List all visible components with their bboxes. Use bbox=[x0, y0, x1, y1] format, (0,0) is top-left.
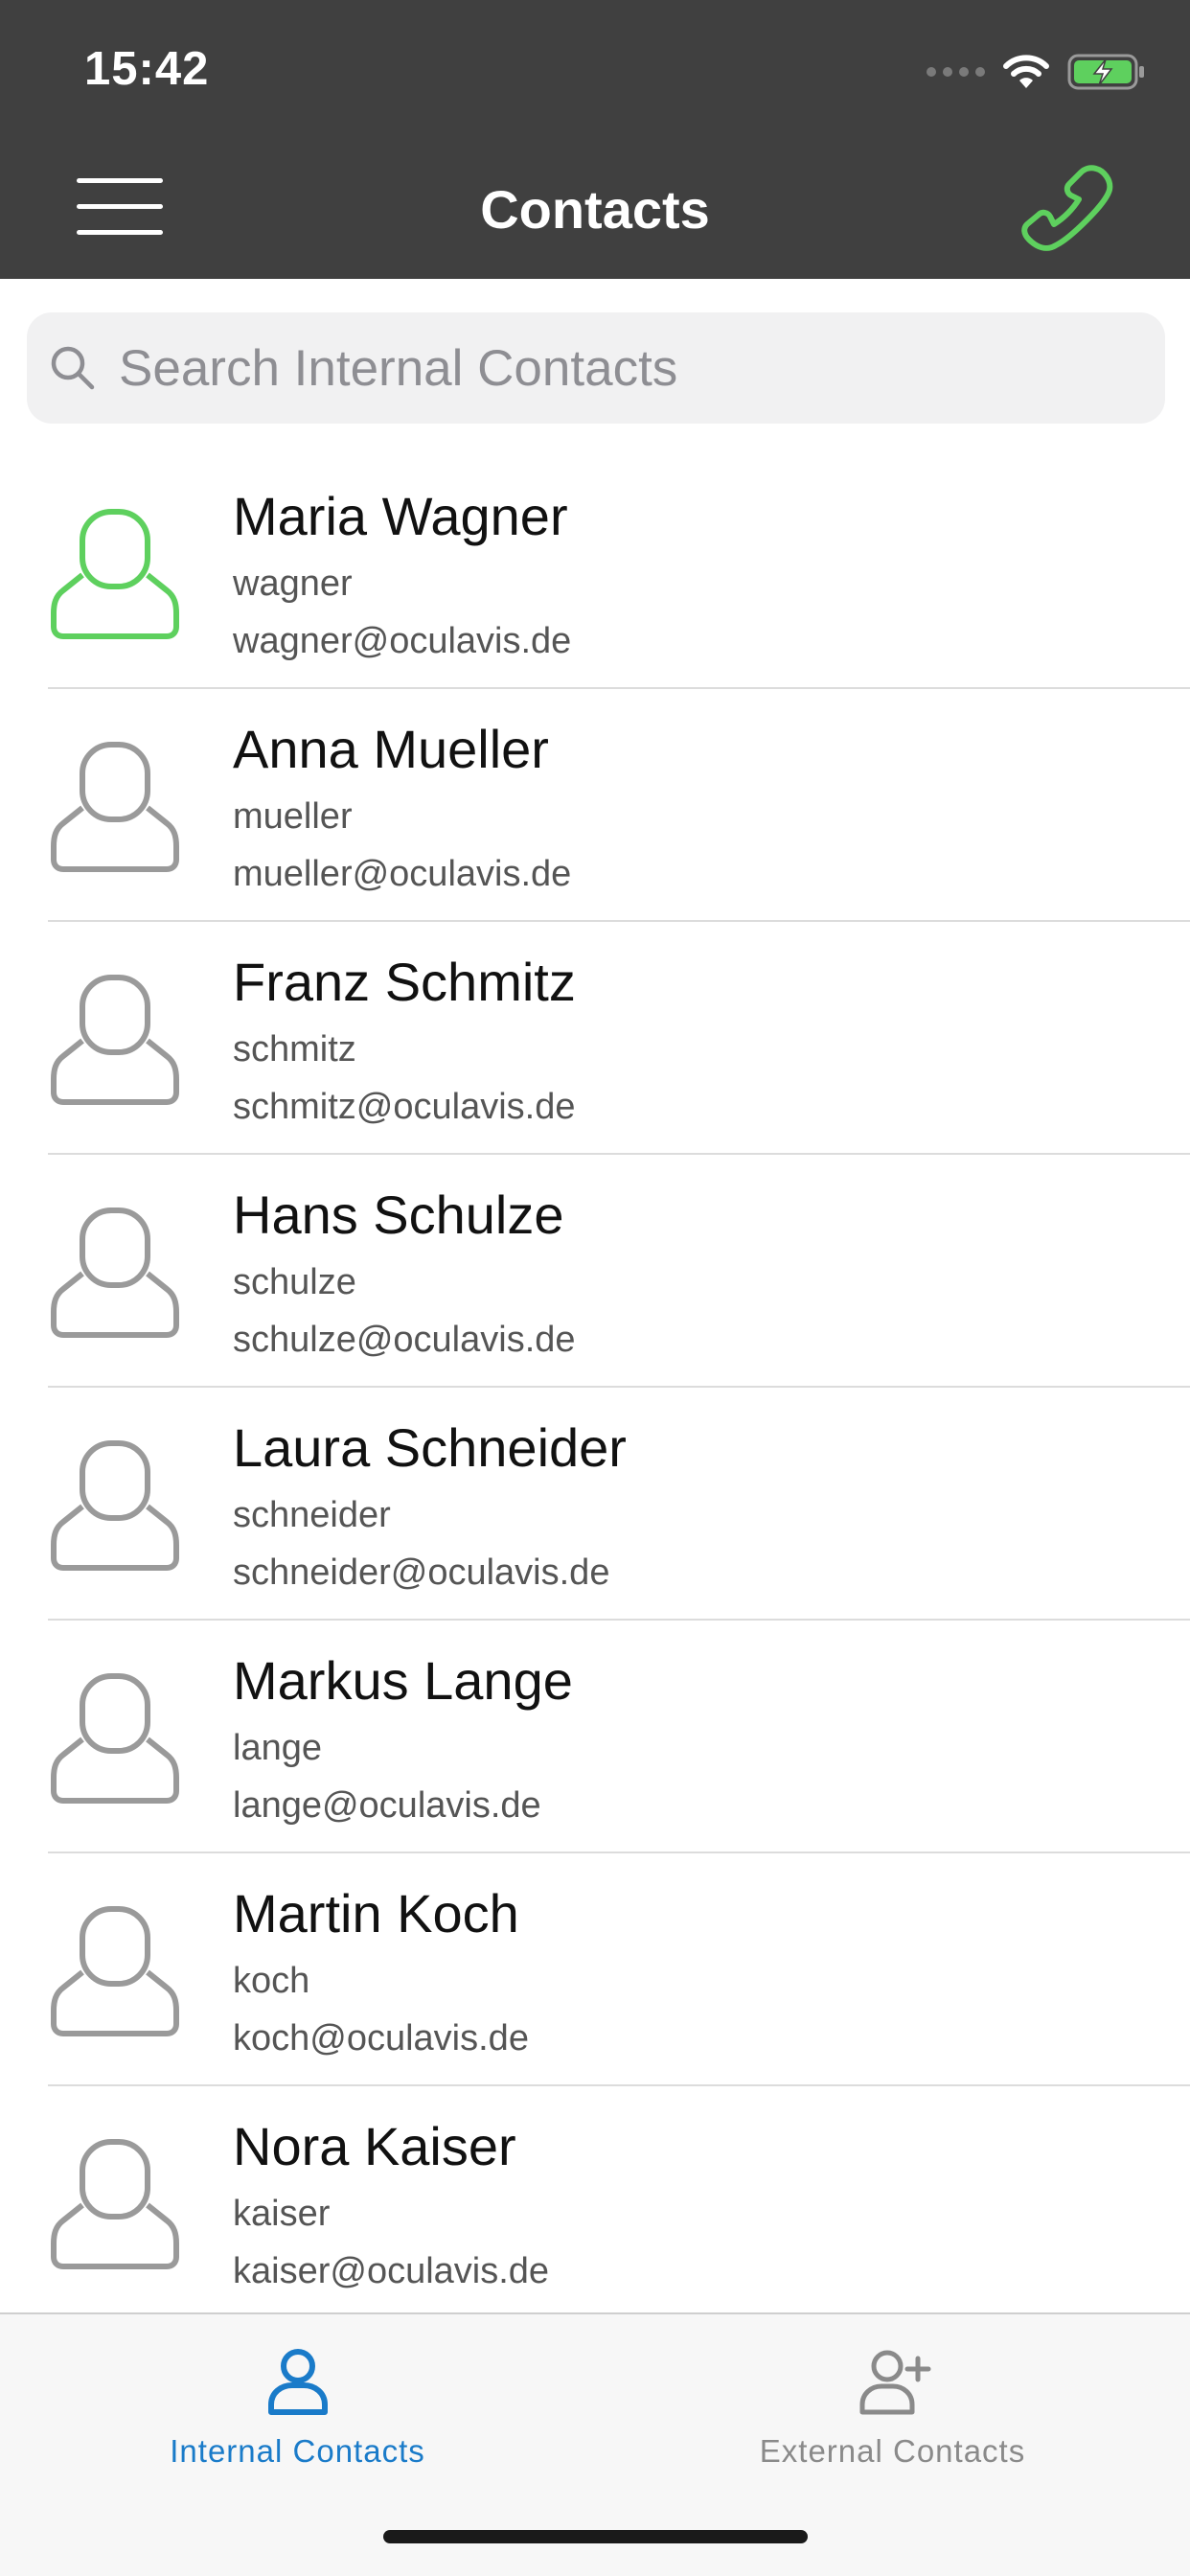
tab-internal-contacts[interactable]: Internal Contacts bbox=[0, 2314, 595, 2496]
contact-name: Martin Koch bbox=[233, 1883, 519, 1944]
contact-username: mueller bbox=[233, 796, 353, 837]
tab-label: External Contacts bbox=[759, 2433, 1026, 2469]
contact-username: schneider bbox=[233, 1495, 391, 1535]
contact-name: Maria Wagner bbox=[233, 486, 568, 546]
tab-external-contacts[interactable]: External Contacts bbox=[595, 2314, 1190, 2496]
contact-row[interactable]: Markus Lange lange lange@oculavis.de bbox=[0, 1621, 1190, 1853]
avatar-icon bbox=[51, 509, 179, 639]
search-icon bbox=[51, 346, 95, 390]
contact-username: kaiser bbox=[233, 2194, 331, 2234]
contact-email: koch@oculavis.de bbox=[233, 2018, 529, 2058]
contacts-screen: 15:42 Contacts Search Internal Contacts … bbox=[0, 0, 1190, 2576]
cellular-signal-icon bbox=[927, 67, 985, 77]
contact-name: Hans Schulze bbox=[233, 1184, 564, 1245]
avatar-icon bbox=[51, 1673, 179, 1804]
contact-username: schmitz bbox=[233, 1029, 356, 1070]
contact-name: Laura Schneider bbox=[233, 1417, 627, 1478]
contact-username: lange bbox=[233, 1728, 322, 1768]
contact-list: Maria Wagner wagner wagner@oculavis.de Anna… bbox=[0, 456, 1190, 2319]
contact-row[interactable]: Nora Kaiser kaiser kaiser@oculavis.de bbox=[0, 2086, 1190, 2319]
avatar-icon bbox=[51, 1906, 179, 2036]
contact-email: schmitz@oculavis.de bbox=[233, 1087, 576, 1127]
tab-label: Internal Contacts bbox=[170, 2433, 425, 2469]
contact-row[interactable]: Franz Schmitz schmitz schmitz@oculavis.de bbox=[0, 922, 1190, 1155]
contact-row[interactable]: Maria Wagner wagner wagner@oculavis.de bbox=[0, 456, 1190, 689]
user-icon bbox=[267, 2349, 328, 2415]
contact-name: Nora Kaiser bbox=[233, 2116, 516, 2176]
avatar-icon bbox=[51, 2139, 179, 2269]
search-input[interactable] bbox=[119, 338, 1077, 398]
avatar-icon bbox=[51, 1440, 179, 1571]
header-bar: 15:42 Contacts bbox=[0, 0, 1190, 279]
home-indicator bbox=[383, 2530, 808, 2543]
wifi-icon bbox=[1003, 55, 1049, 88]
search-bar[interactable] bbox=[27, 312, 1165, 424]
status-icons bbox=[927, 48, 1146, 96]
contact-email: lange@oculavis.de bbox=[233, 1785, 541, 1826]
avatar-icon bbox=[51, 742, 179, 872]
contact-email: kaiser@oculavis.de bbox=[233, 2251, 550, 2291]
contact-row[interactable]: Hans Schulze schulze schulze@oculavis.de bbox=[0, 1155, 1190, 1388]
avatar-icon bbox=[51, 1208, 179, 1338]
contact-row[interactable]: Anna Mueller mueller mueller@oculavis.de bbox=[0, 689, 1190, 922]
status-time: 15:42 bbox=[84, 43, 210, 95]
contact-row[interactable]: Martin Koch koch koch@oculavis.de bbox=[0, 1853, 1190, 2086]
contact-username: koch bbox=[233, 1961, 310, 2001]
contact-name: Franz Schmitz bbox=[233, 952, 576, 1012]
avatar-icon bbox=[51, 975, 179, 1105]
phone-icon[interactable] bbox=[1016, 159, 1123, 264]
contact-email: wagner@oculavis.de bbox=[233, 621, 572, 661]
contact-email: schneider@oculavis.de bbox=[233, 1552, 610, 1593]
battery-charging-icon bbox=[1067, 54, 1144, 90]
contact-username: schulze bbox=[233, 1262, 356, 1302]
contact-email: mueller@oculavis.de bbox=[233, 854, 572, 894]
contact-name: Anna Mueller bbox=[233, 719, 549, 779]
user-add-icon bbox=[859, 2350, 930, 2415]
contact-row[interactable]: Laura Schneider schneider schneider@oculav… bbox=[0, 1388, 1190, 1621]
contact-name: Markus Lange bbox=[233, 1650, 573, 1711]
page-title: Contacts bbox=[480, 179, 710, 240]
contact-email: schulze@oculavis.de bbox=[233, 1320, 576, 1360]
contact-username: wagner bbox=[233, 564, 353, 604]
